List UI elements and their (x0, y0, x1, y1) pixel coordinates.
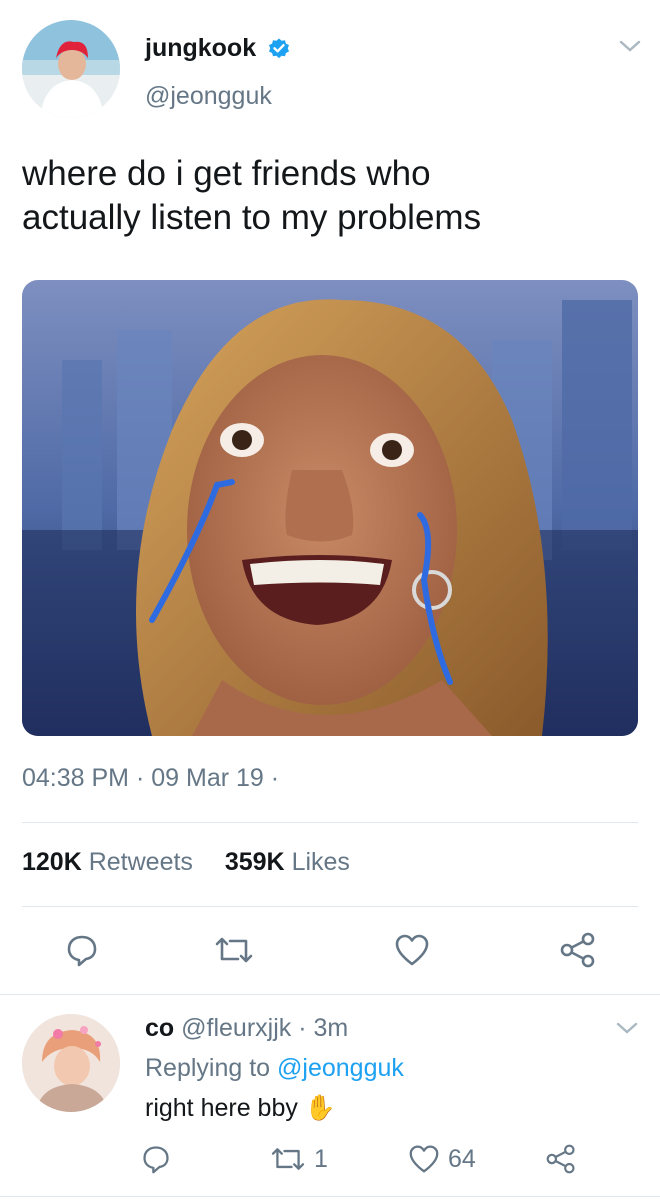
reply-like-button[interactable]: 64 (408, 1142, 476, 1176)
reply-like-count: 64 (448, 1144, 476, 1173)
reply-icon[interactable] (62, 930, 102, 970)
reply-author-handle[interactable]: @fleurxjjk (181, 1014, 291, 1042)
separator-dot: · (270, 764, 280, 792)
chevron-down-icon[interactable] (617, 36, 643, 56)
reply-retweet-button[interactable]: 1 (270, 1142, 328, 1176)
likes-count: 359K (224, 848, 285, 876)
heart-icon[interactable] (392, 930, 432, 970)
reply-share-icon[interactable] (542, 1142, 580, 1176)
separator-dot: · (298, 1014, 307, 1042)
reply-header: co @fleurxjjk · 3m (145, 1014, 348, 1043)
author-name-row[interactable]: jungkook (145, 34, 291, 63)
tweet-text: where do i get friends who actually list… (22, 152, 481, 240)
author-name[interactable]: jungkook (145, 34, 256, 62)
reply-age: 3m (313, 1014, 349, 1042)
separator-dot: · (135, 764, 145, 792)
replying-to: Replying to @jeongguk (145, 1054, 404, 1083)
retweets-label: Retweets (88, 848, 193, 876)
tweet-media-image[interactable] (22, 280, 638, 736)
verified-badge-icon (267, 36, 291, 60)
divider (0, 994, 660, 995)
retweet-icon (270, 1144, 306, 1174)
reply-chevron-down-icon[interactable] (614, 1018, 640, 1038)
tweet-timestamp[interactable]: 04:38 PM · 09 Mar 19 · (22, 764, 279, 793)
tweet-date: 09 Mar 19 (151, 764, 264, 792)
retweet-icon[interactable] (212, 930, 256, 970)
share-icon[interactable] (556, 930, 600, 970)
raised-hand-emoji: ✋ (304, 1094, 336, 1122)
tweet-stats: 120K Retweets 359K Likes (22, 848, 350, 877)
divider (22, 822, 638, 823)
replying-to-label: Replying to (145, 1054, 271, 1082)
likes-stat[interactable]: 359K Likes (225, 848, 350, 876)
retweets-stat[interactable]: 120K Retweets (22, 848, 200, 876)
reply-text: right here bby (145, 1094, 298, 1122)
likes-label: Likes (291, 848, 350, 876)
reply-author-name[interactable]: co (145, 1014, 174, 1042)
tweet-text-line-1: where do i get friends who (22, 154, 431, 193)
divider (22, 906, 638, 907)
tweet-text-line-2: actually listen to my problems (22, 198, 482, 237)
author-handle[interactable]: @jeongguk (145, 82, 272, 111)
reply-text-row: right here bby ✋ (145, 1094, 336, 1123)
reply-reply-icon[interactable] (138, 1142, 174, 1176)
divider (0, 1196, 660, 1197)
retweets-count: 120K (22, 848, 82, 876)
tweet-time: 04:38 PM (22, 764, 130, 792)
reply-retweet-count: 1 (314, 1144, 328, 1173)
reply-author-avatar[interactable] (22, 1014, 120, 1112)
replying-to-handle[interactable]: @jeongguk (277, 1054, 404, 1082)
author-avatar[interactable] (22, 20, 120, 118)
heart-icon (408, 1144, 440, 1174)
